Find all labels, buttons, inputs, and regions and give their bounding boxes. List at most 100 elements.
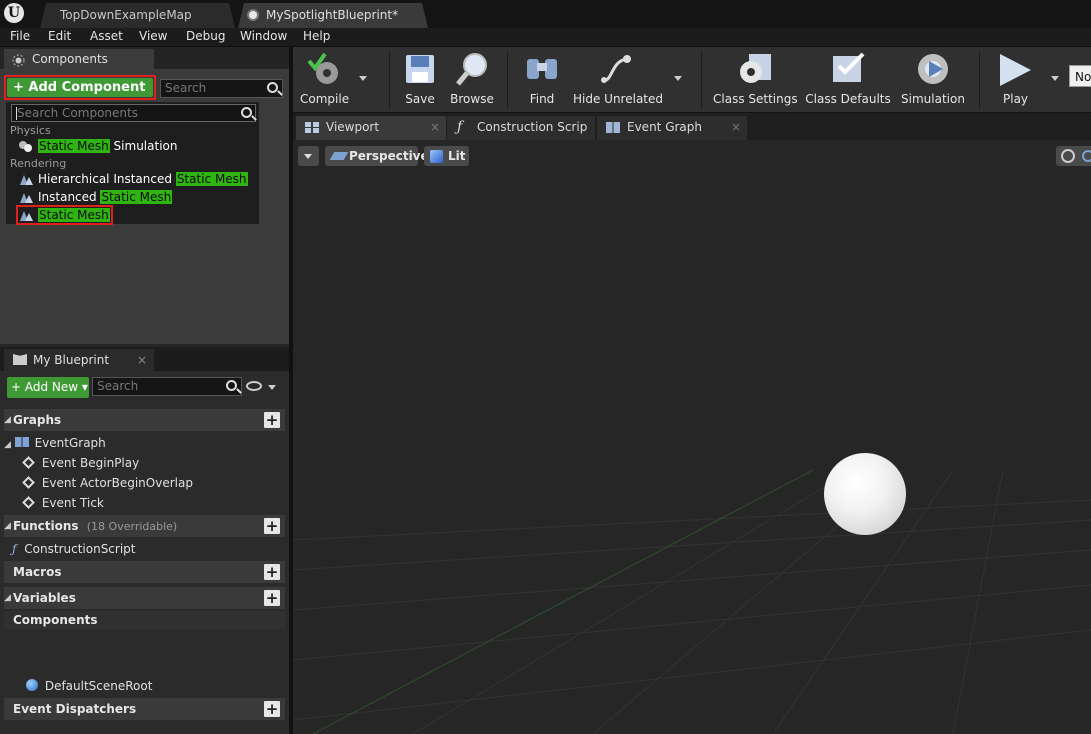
text-cursor xyxy=(16,107,17,120)
close-icon[interactable]: × xyxy=(430,116,440,138)
tab-components[interactable]: Components xyxy=(4,49,154,69)
sphere-mesh[interactable] xyxy=(824,453,906,535)
search-components-input[interactable]: Search Components xyxy=(11,104,256,122)
tree-item-event-graph[interactable]: ◢ EventGraph xyxy=(4,436,106,450)
section-functions[interactable]: ◢ Functions (18 Overridable) + xyxy=(4,515,285,537)
tree-item-default-scene-root[interactable]: DefaultSceneRoot xyxy=(26,679,152,693)
add-macro-icon[interactable]: + xyxy=(264,564,280,580)
tab-my-blueprint[interactable]: My Blueprint × xyxy=(4,349,154,371)
section-label: Functions xyxy=(13,519,79,533)
tab-label: Construction Scrip xyxy=(477,120,588,134)
add-event-dispatcher-icon[interactable]: + xyxy=(264,701,280,717)
tab-label: Event Graph xyxy=(627,120,702,134)
doc-tab-blueprint[interactable]: MySpotlightBlueprint* xyxy=(238,3,428,28)
lit-label: Lit xyxy=(448,149,466,163)
add-component-dropdown: Search Components Physics Static Mesh Si… xyxy=(5,101,260,225)
menu-debug[interactable]: Debug xyxy=(186,29,225,43)
dd-item-hierarchical-instanced-static-mesh[interactable]: Hierarchical Instanced Static Mesh xyxy=(38,172,248,186)
eye-icon[interactable] xyxy=(246,381,262,391)
add-new-button[interactable]: + Add New ▾ xyxy=(7,377,89,398)
tree-item-begin-overlap[interactable]: Event ActorBeginOverlap xyxy=(22,476,193,490)
menu-file[interactable]: File xyxy=(10,29,30,43)
close-icon[interactable]: × xyxy=(731,116,741,138)
components-panel: Components + Add Component ▾ Search Sear… xyxy=(0,47,289,344)
section-label: Components xyxy=(13,613,98,627)
section-variables[interactable]: ◢ Variables + xyxy=(4,587,285,609)
search-icon xyxy=(226,380,237,391)
toolbar-separator xyxy=(701,51,702,109)
class-defaults-button[interactable]: Class Defaults xyxy=(805,47,891,113)
save-icon xyxy=(406,55,434,83)
viewport-options-button[interactable] xyxy=(298,146,319,166)
tab-label: Viewport xyxy=(326,120,380,134)
subsection-components[interactable]: Components xyxy=(4,611,285,629)
save-label: Save xyxy=(405,92,435,106)
search-icon xyxy=(267,82,278,93)
dd-item-instanced-static-mesh[interactable]: Instanced Static Mesh xyxy=(38,190,173,204)
hide-unrelated-label: Hide Unrelated xyxy=(573,92,664,106)
debug-object-select[interactable]: No xyxy=(1069,65,1091,87)
add-graph-icon[interactable]: + xyxy=(264,412,280,428)
viewport-icon xyxy=(305,122,319,133)
item-label: Hierarchical Instanced xyxy=(38,172,176,186)
event-diamond-icon xyxy=(22,476,35,489)
doc-tab-label: MySpotlightBlueprint* xyxy=(266,8,399,22)
function-icon: ƒ xyxy=(457,119,463,135)
my-blueprint-panel: My Blueprint × + Add New ▾ Search ◢ Grap… xyxy=(0,347,289,734)
menu-window[interactable]: Window xyxy=(240,29,287,43)
item-label: Event BeginPlay xyxy=(41,456,140,470)
lit-button[interactable]: Lit xyxy=(424,146,469,166)
perspective-button[interactable]: Perspective xyxy=(325,146,429,166)
dd-item-static-mesh-simulation[interactable]: Static Mesh Simulation xyxy=(38,139,177,153)
rotate-icon xyxy=(1082,150,1091,162)
save-button[interactable]: Save xyxy=(397,47,443,113)
class-settings-button[interactable]: Class Settings xyxy=(713,47,798,113)
play-label: Play xyxy=(1003,92,1029,106)
menu-edit[interactable]: Edit xyxy=(48,29,71,43)
section-label: Graphs xyxy=(13,413,62,427)
compile-options-chevron-icon[interactable] xyxy=(359,76,367,81)
menu-asset[interactable]: Asset xyxy=(90,29,123,43)
hide-unrelated-chevron-icon[interactable] xyxy=(674,76,682,81)
hide-unrelated-icon xyxy=(601,55,631,83)
tab-event-graph[interactable]: Event Graph × xyxy=(597,116,747,140)
doc-tab-map[interactable]: TopDownExampleMap xyxy=(40,3,235,28)
components-search-input[interactable]: Search xyxy=(160,79,283,98)
compile-button[interactable]: Compile xyxy=(293,47,353,113)
blueprint-search-input[interactable]: Search xyxy=(92,377,242,396)
tree-item-construction-script[interactable]: ƒ ConstructionScript xyxy=(12,542,136,556)
my-blueprint-tabbar: My Blueprint × xyxy=(0,347,289,371)
close-icon[interactable]: × xyxy=(137,349,147,371)
tree-item-tick[interactable]: Event Tick xyxy=(22,496,104,510)
section-macros[interactable]: Macros + xyxy=(4,561,285,583)
graph-icon xyxy=(14,437,29,447)
find-button[interactable]: Find xyxy=(519,47,565,113)
tab-construction-script[interactable]: ƒ Construction Scrip xyxy=(447,116,595,140)
tab-viewport[interactable]: Viewport × xyxy=(296,116,446,140)
class-defaults-icon xyxy=(833,52,865,82)
item-label: EventGraph xyxy=(34,436,106,450)
transform-tools-button[interactable] xyxy=(1056,146,1091,166)
hide-unrelated-button[interactable]: Hide Unrelated xyxy=(573,47,664,113)
tree-item-begin-play[interactable]: Event BeginPlay xyxy=(22,456,140,470)
add-variable-icon[interactable]: + xyxy=(264,590,280,606)
section-event-dispatchers[interactable]: Event Dispatchers + xyxy=(4,698,285,720)
play-button[interactable]: Play xyxy=(987,47,1047,113)
simulation-button[interactable]: Simulation xyxy=(899,47,967,113)
chevron-down-icon[interactable] xyxy=(268,385,276,390)
play-options-chevron-icon[interactable] xyxy=(1051,76,1059,81)
section-label: Variables xyxy=(13,591,76,605)
perspective-icon xyxy=(329,152,349,160)
menu-view[interactable]: View xyxy=(139,29,167,43)
unreal-logo-icon: U xyxy=(4,3,24,23)
tab-my-blueprint-label: My Blueprint xyxy=(33,353,110,367)
simulation-label: Simulation xyxy=(901,92,965,106)
match-highlight: Static Mesh xyxy=(100,190,173,204)
viewport[interactable]: Perspective Lit xyxy=(293,140,1091,734)
search-icon xyxy=(241,107,252,118)
add-function-icon[interactable]: + xyxy=(264,518,280,534)
browse-button[interactable]: Browse xyxy=(447,47,497,113)
menu-help[interactable]: Help xyxy=(303,29,330,43)
add-component-button[interactable]: + Add Component ▾ xyxy=(7,78,153,114)
section-graphs[interactable]: ◢ Graphs + xyxy=(4,409,285,431)
